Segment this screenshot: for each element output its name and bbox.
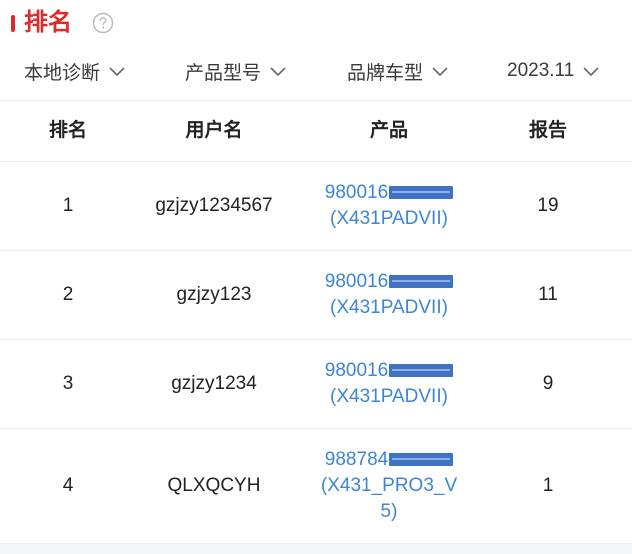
product-serial: 980016 (324, 269, 454, 295)
serial-prefix: 988784 (324, 449, 389, 470)
report-count-cell: 11 (538, 284, 558, 305)
serial-prefix: 980016 (324, 271, 389, 292)
report-count-cell: 1 (542, 475, 554, 496)
filter-month[interactable]: 2023.11 (507, 58, 600, 84)
report-count-cell: 9 (542, 373, 554, 394)
filter-bar: 本地诊断 产品型号 品牌车型 2023.11 (0, 46, 632, 100)
filter-label: 2023.11 (507, 60, 575, 81)
title-accent-bar (11, 15, 15, 32)
rank-cell: 2 (62, 284, 74, 305)
username-cell: gzjzy1234567 (155, 195, 273, 216)
redaction-mark (389, 453, 454, 467)
table-header: 排名 用户名 产品 报告 (0, 100, 632, 162)
table-row: 4 QLXQCYH 988784 (X431_PRO3_V 5) 1 (0, 429, 632, 544)
serial-prefix: 980016 (324, 360, 389, 381)
filter-local-diagnosis[interactable]: 本地诊断 (24, 58, 126, 84)
rank-cell: 1 (62, 195, 74, 216)
bottom-divider (0, 544, 632, 554)
page-title: 排名 (24, 9, 72, 36)
chevron-down-icon (583, 67, 599, 77)
section-header: 排名 (0, 0, 632, 46)
help-icon[interactable] (92, 12, 114, 34)
product-link[interactable]: 980016 (X431PADVII) (292, 340, 486, 428)
filter-label: 产品型号 (185, 62, 262, 84)
chevron-down-icon (109, 67, 125, 77)
product-model-continued: 5) (380, 501, 398, 522)
rank-cell: 4 (62, 475, 74, 496)
chevron-down-icon (432, 67, 448, 77)
table-row: 2 gzjzy123 980016 (X431PADVII) 11 (0, 251, 632, 340)
table-row: 3 gzjzy1234 980016 (X431PADVII) 9 (0, 340, 632, 429)
rank-cell: 3 (62, 373, 74, 394)
product-model: (X431PADVII) (330, 297, 448, 318)
product-serial: 980016 (324, 358, 454, 384)
product-serial: 988784 (324, 447, 454, 473)
report-count-cell: 19 (537, 195, 559, 216)
serial-prefix: 980016 (324, 182, 389, 203)
filter-product-model[interactable]: 产品型号 (185, 58, 287, 84)
column-header-rank: 排名 (48, 120, 87, 141)
product-model: (X431PADVII) (330, 386, 448, 407)
redaction-mark (389, 275, 454, 289)
username-cell: gzjzy1234 (171, 373, 257, 394)
redaction-mark (389, 186, 454, 200)
username-cell: gzjzy123 (176, 284, 252, 305)
product-model: (X431_PRO3_V (320, 475, 458, 496)
product-model: (X431PADVII) (330, 208, 448, 229)
product-link[interactable]: 980016 (X431PADVII) (292, 251, 486, 339)
filter-label: 本地诊断 (24, 62, 101, 84)
column-header-username: 用户名 (185, 120, 243, 141)
column-header-product: 产品 (369, 120, 408, 141)
redaction-mark (389, 364, 454, 378)
table-row: 1 gzjzy1234567 980016 (X431PADVII) 19 (0, 162, 632, 251)
filter-brand-vehicle[interactable]: 品牌车型 (347, 58, 449, 84)
filter-label: 品牌车型 (347, 62, 424, 84)
product-link[interactable]: 980016 (X431PADVII) (292, 162, 486, 250)
product-link[interactable]: 988784 (X431_PRO3_V 5) (292, 429, 486, 543)
ranking-table-body: 1 gzjzy1234567 980016 (X431PADVII) 19 2 … (0, 162, 632, 544)
column-header-reports: 报告 (528, 120, 567, 141)
username-cell: QLXQCYH (167, 475, 261, 496)
chevron-down-icon (270, 67, 286, 77)
product-serial: 980016 (324, 180, 454, 206)
